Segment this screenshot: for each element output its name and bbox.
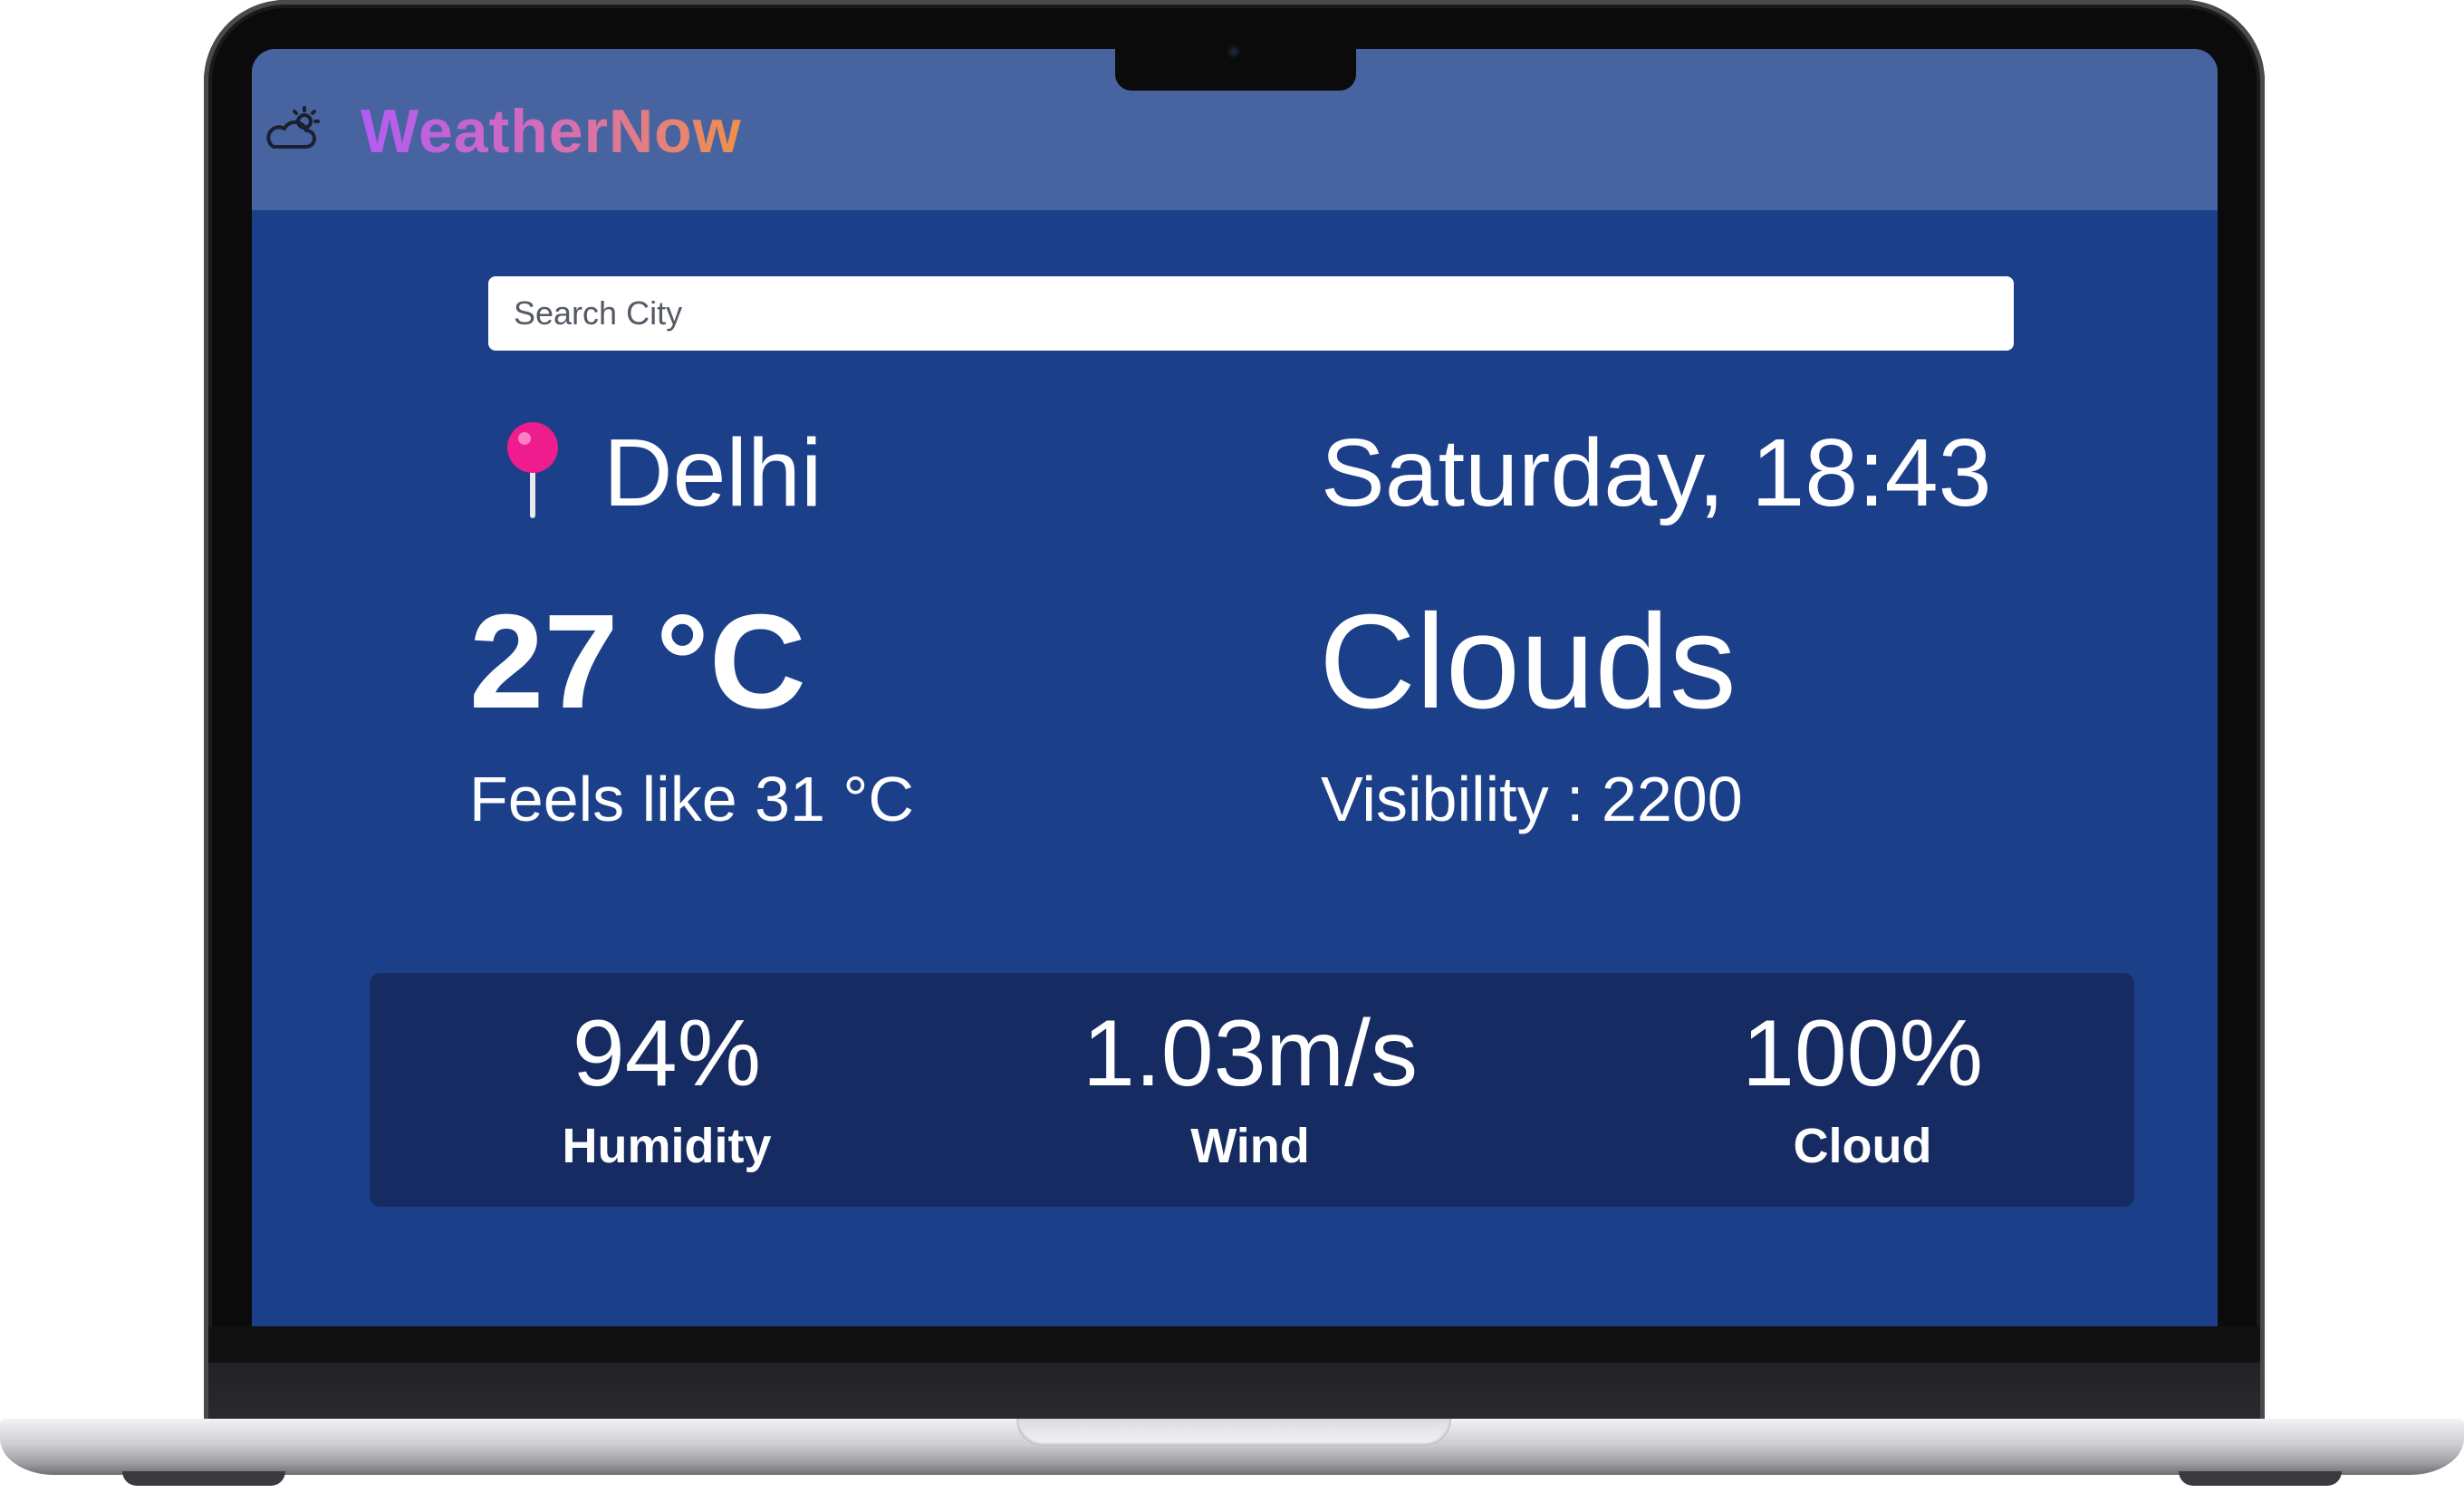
laptop-mockup: WeatherNow Delhi Saturday, 18:43 27 °C C…	[0, 0, 2464, 1493]
laptop-foot-left	[122, 1471, 285, 1486]
location-pin-icon	[507, 422, 558, 518]
cloud-value: 100%	[1742, 1001, 1983, 1106]
app-screen: WeatherNow Delhi Saturday, 18:43 27 °C C…	[252, 49, 2218, 1326]
camera-icon	[1227, 45, 1240, 58]
temperature: 27 °C	[469, 587, 806, 737]
search-city-input[interactable]	[488, 276, 2014, 351]
weather-condition: Clouds	[1319, 587, 1737, 737]
stats-panel: 94% Humidity 1.03m/s Wind 100% Cloud	[370, 973, 2134, 1207]
humidity-stat: 94% Humidity	[440, 973, 893, 1178]
feels-like: Feels like 31 °C	[469, 764, 914, 834]
laptop-opening-notch	[1016, 1419, 1451, 1446]
brand-title: WeatherNow	[361, 97, 742, 166]
humidity-label: Humidity	[562, 1119, 772, 1173]
wind-value: 1.03m/s	[1083, 1001, 1418, 1106]
laptop-hinge	[208, 1363, 2260, 1422]
wind-label: Wind	[1190, 1119, 1310, 1173]
humidity-value: 94%	[572, 1001, 762, 1106]
city-name: Delhi	[603, 419, 823, 526]
wind-stat: 1.03m/s Wind	[1024, 973, 1477, 1178]
date-time: Saturday, 18:43	[1321, 419, 1992, 526]
laptop-foot-right	[2179, 1471, 2342, 1486]
screen-bottom-bezel	[208, 1326, 2260, 1363]
visibility: Visibility : 2200	[1321, 764, 1743, 834]
cloud-sun-icon	[266, 106, 320, 149]
cloud-stat: 100% Cloud	[1636, 973, 2089, 1178]
cloud-label: Cloud	[1793, 1119, 1932, 1173]
